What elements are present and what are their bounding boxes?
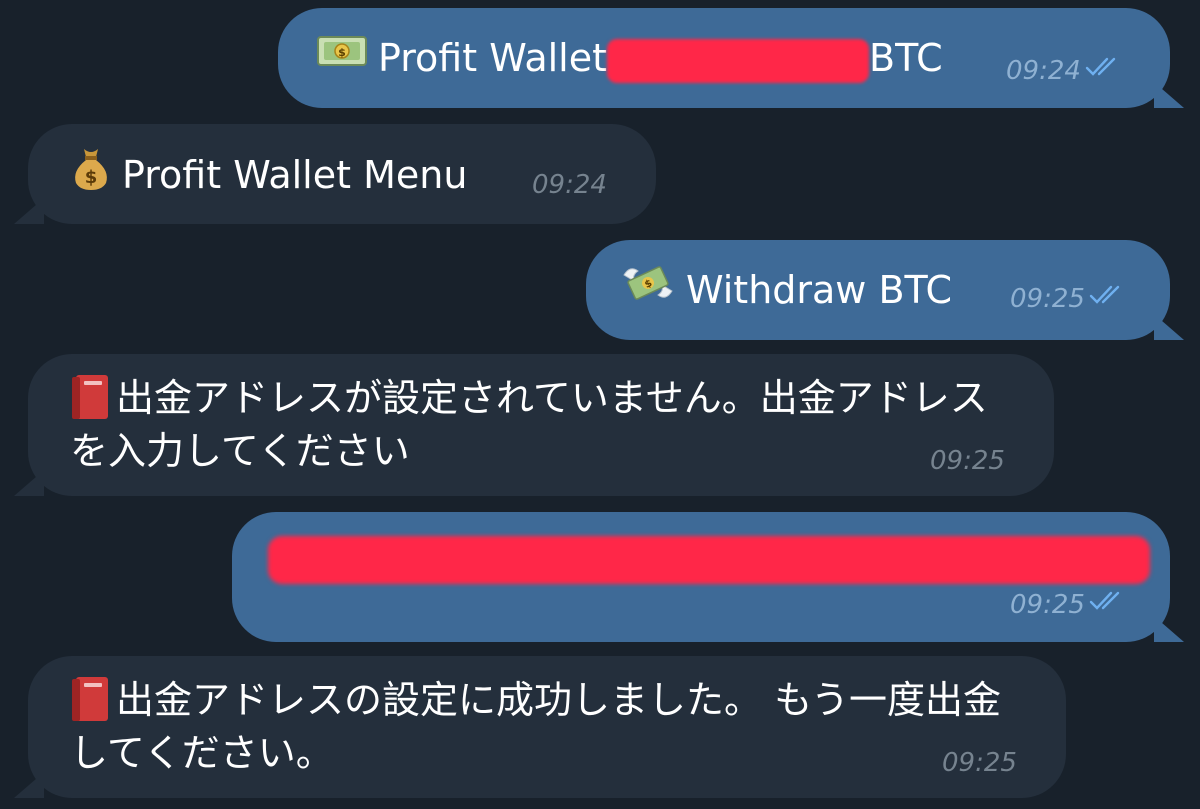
bubble-tail (14, 198, 44, 224)
message-time: 09:25 (1010, 590, 1085, 620)
money-with-wings-icon: $ (620, 261, 676, 318)
bubble-tail (14, 772, 44, 798)
message-meta: 09:25 (1010, 284, 1127, 315)
message-time: 09:25 (942, 748, 1017, 778)
svg-text:$: $ (85, 167, 98, 188)
redacted-region (607, 38, 870, 83)
message-meta: 09:25 (930, 446, 1005, 476)
message-text: $ Withdraw BTC (620, 264, 952, 321)
double-check-icon (1089, 589, 1127, 619)
message-time: 09:24 (1006, 56, 1081, 86)
message-time: 09:25 (930, 446, 1005, 476)
message-text: $ Profit Wallet Menu (70, 148, 467, 207)
money-bag-icon: $ (70, 145, 112, 204)
message-bubble-outgoing[interactable]: $ Profit Wallet BTC 09:24 (278, 8, 1184, 108)
message-time: 09:24 (532, 170, 607, 200)
message-text-part: Profit Wallet Menu (122, 153, 468, 197)
bubble-tail (1154, 616, 1184, 642)
message-text-part: Withdraw BTC (686, 268, 953, 312)
bubble-tail (1154, 314, 1184, 340)
message-text-part: Profit Wallet (378, 36, 608, 80)
message-text-part: 出金アドレスが設定されていません。出金アドレスを入力してください (70, 376, 988, 473)
message-meta: 09:25 (1010, 590, 1127, 621)
message-text-part: 出金アドレスの設定に成功しました。 もう一度出金してください。 (70, 678, 1001, 775)
message-bubble-outgoing[interactable]: 09:25 (232, 512, 1184, 642)
message-meta: 09:24 (532, 170, 607, 200)
redacted-region (268, 536, 1150, 584)
message-meta: 09:24 (1006, 56, 1123, 87)
message-bubble-incoming[interactable]: $ Profit Wallet Menu 09:24 (14, 124, 656, 224)
message-text: 出金アドレスが設定されていません。出金アドレスを入力してください (70, 372, 1020, 477)
message-text: $ Profit Wallet BTC (316, 32, 943, 87)
message-text-part: BTC (869, 36, 943, 80)
bubble-tail (1154, 82, 1184, 108)
dollar-banknote-icon: $ (316, 31, 368, 84)
double-check-icon (1089, 283, 1127, 313)
bubble-tail (14, 470, 44, 496)
message-time: 09:25 (1010, 284, 1085, 314)
double-check-icon (1085, 55, 1123, 85)
red-book-icon (70, 675, 110, 723)
message-bubble-outgoing[interactable]: $ Withdraw BTC 09:25 (586, 240, 1184, 340)
message-text: 出金アドレスの設定に成功しました。 もう一度出金してください。 (70, 674, 1032, 779)
message-bubble-incoming[interactable]: 出金アドレスの設定に成功しました。 もう一度出金してください。 09:25 (14, 656, 1066, 798)
message-bubble-incoming[interactable]: 出金アドレスが設定されていません。出金アドレスを入力してください 09:25 (14, 354, 1054, 496)
svg-text:$: $ (338, 46, 346, 59)
red-book-icon (70, 373, 110, 421)
message-meta: 09:25 (942, 748, 1017, 778)
